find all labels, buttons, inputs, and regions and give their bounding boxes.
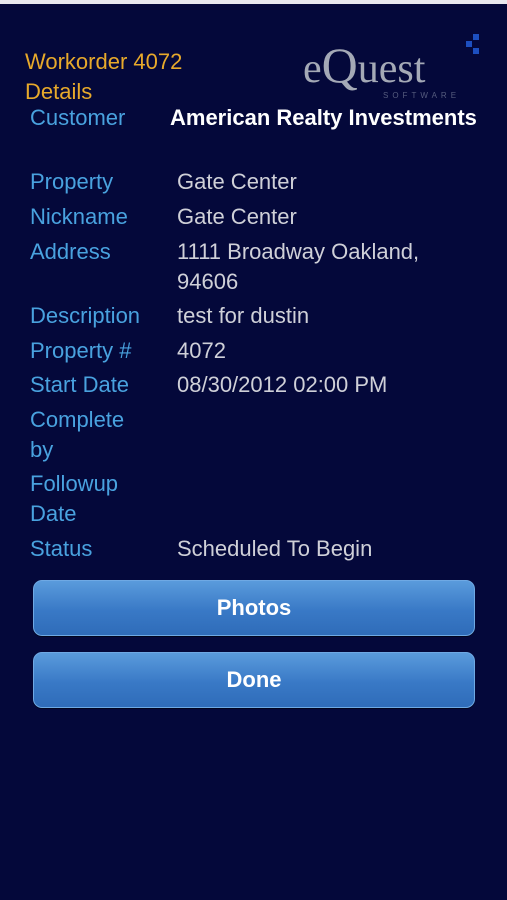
detail-label: Followup Date xyxy=(30,471,119,526)
detail-value: 1111 Broadway Oakland, 94606 xyxy=(177,239,420,294)
detail-value: Gate Center xyxy=(177,204,297,229)
detail-value: 4072 xyxy=(177,338,226,363)
detail-label: Start Date xyxy=(30,372,130,397)
detail-label: Complete by xyxy=(30,407,125,462)
logo-square-icon xyxy=(473,34,479,40)
equest-logo: eQuest SOFTWARE xyxy=(300,32,490,104)
logo-square-icon xyxy=(473,48,479,54)
page-title: Workorder 4072 Details xyxy=(25,49,183,104)
detail-label: Nickname xyxy=(30,204,128,229)
detail-value: test for dustin xyxy=(177,303,310,328)
logo-q: Q xyxy=(321,37,358,93)
top-divider xyxy=(0,0,507,4)
detail-value: 08/30/2012 02:00 PM xyxy=(177,372,388,397)
detail-label: Property # xyxy=(30,338,132,363)
logo-wordmark: eQuest xyxy=(303,40,426,92)
logo-suffix: uest xyxy=(357,46,426,92)
logo-prefix: e xyxy=(303,46,322,92)
detail-value: Scheduled To Begin xyxy=(177,536,373,561)
detail-label: Address xyxy=(30,239,111,264)
logo-subtitle: SOFTWARE xyxy=(383,91,461,100)
detail-value: American Realty Investments xyxy=(170,105,477,130)
photos-button[interactable]: Photos xyxy=(33,580,475,636)
detail-value: Gate Center xyxy=(177,169,297,194)
detail-label: Status xyxy=(30,536,93,561)
logo-square-icon xyxy=(466,41,472,47)
detail-label: Property xyxy=(30,169,114,194)
detail-label: Description xyxy=(30,303,141,328)
done-button[interactable]: Done xyxy=(33,652,475,708)
detail-label: Customer xyxy=(30,105,126,130)
